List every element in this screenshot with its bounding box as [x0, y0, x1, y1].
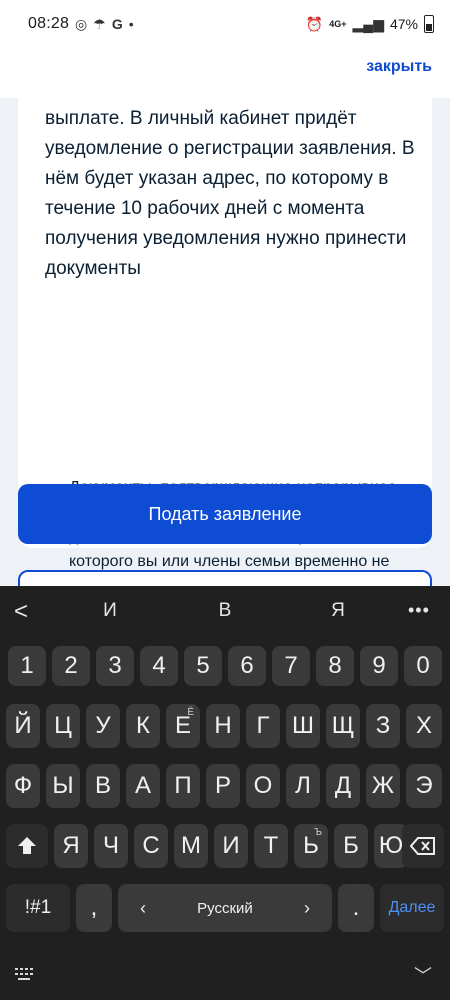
status-time: 08:28 [28, 15, 70, 32]
suggestion-3[interactable]: Я [318, 600, 358, 622]
suggestion-2[interactable]: В [205, 600, 245, 622]
key-letter[interactable]: Ч [94, 824, 128, 868]
key-letter[interactable]: Й [6, 704, 40, 748]
key-letter[interactable]: О [246, 764, 280, 808]
key-letter[interactable]: З [366, 704, 400, 748]
suggestion-bar: < И В Я ••• [0, 586, 450, 638]
status-bar: 08:28 ◎ ☂ G • ⏰ 4G+ ▂▄▆ 47% [0, 0, 450, 48]
keyboard-icon[interactable] [14, 966, 36, 982]
key-3[interactable]: 3 [96, 646, 134, 686]
symbols-key[interactable]: !#1 [6, 884, 70, 932]
key-1[interactable]: 1 [8, 646, 46, 686]
key-letter-soft-sign[interactable]: ЬЪ [294, 824, 328, 868]
key-letter[interactable]: П [166, 764, 200, 808]
period-key[interactable]: . [338, 884, 374, 932]
key-letter[interactable]: Ф [6, 764, 40, 808]
key-letter[interactable]: С [134, 824, 168, 868]
key-letter[interactable]: Д [326, 764, 360, 808]
keyboard: < И В Я ••• 1 2 3 4 5 6 7 8 9 0 Й Ц У К … [0, 586, 450, 1000]
key-letter[interactable]: В [86, 764, 120, 808]
signal-icon: ▂▄▆ [352, 15, 384, 32]
chevron-left-icon[interactable]: < [14, 598, 28, 626]
key-letter[interactable]: И [214, 824, 248, 868]
key-yo-hint: Ё [187, 707, 194, 718]
key-2[interactable]: 2 [52, 646, 90, 686]
shift-key[interactable] [6, 824, 48, 868]
language-label: Русский [197, 899, 253, 917]
battery-icon [424, 15, 434, 33]
key-letter[interactable]: М [174, 824, 208, 868]
key-8[interactable]: 8 [316, 646, 354, 686]
chevron-down-icon[interactable]: ﹀ [414, 962, 432, 988]
key-letter[interactable]: Л [286, 764, 320, 808]
submit-application-button[interactable]: Подать заявление [18, 484, 432, 544]
info-paragraph: выплате. В личный кабинет придёт уведомл… [45, 108, 415, 279]
dot-icon: • [128, 16, 134, 32]
google-icon: G [111, 16, 123, 32]
info-card: выплате. В личный кабинет придёт уведомл… [18, 98, 432, 594]
more-icon[interactable]: ••• [408, 600, 430, 621]
chevron-left-icon: ‹ [140, 897, 146, 918]
shift-arrow-icon [18, 837, 36, 854]
umbrella-icon: ☂ [93, 15, 106, 32]
key-letter[interactable]: Т [254, 824, 288, 868]
whatsapp-icon: ◎ [75, 15, 88, 32]
space-key[interactable]: ‹ Русский › [118, 884, 332, 932]
key-letter[interactable]: Ы [46, 764, 80, 808]
key-letter[interactable]: Ц [46, 704, 80, 748]
key-6[interactable]: 6 [228, 646, 266, 686]
network-label: 4G+ [329, 19, 347, 29]
key-letter[interactable]: Я [54, 824, 88, 868]
key-7[interactable]: 7 [272, 646, 310, 686]
key-letter[interactable]: Н [206, 704, 240, 748]
key-letter[interactable]: Р [206, 764, 240, 808]
key-letter[interactable]: Э [406, 764, 442, 808]
suggestion-1[interactable]: И [90, 600, 130, 622]
close-link[interactable]: закрыть [366, 58, 432, 76]
key-letter[interactable]: Г [246, 704, 280, 748]
key-letter[interactable]: Б [334, 824, 368, 868]
backspace-icon [410, 837, 435, 855]
key-9[interactable]: 9 [360, 646, 398, 686]
key-letter[interactable]: Ж [366, 764, 400, 808]
key-letter[interactable]: К [126, 704, 160, 748]
key-letter-ye[interactable]: ЕЁ [166, 704, 200, 748]
chevron-right-icon: › [304, 897, 310, 918]
enter-key[interactable]: Далее [380, 884, 444, 932]
key-letter[interactable]: Щ [326, 704, 360, 748]
key-letter[interactable]: Ш [286, 704, 320, 748]
key-0[interactable]: 0 [404, 646, 442, 686]
top-bar: закрыть [0, 48, 450, 98]
key-letter[interactable]: У [86, 704, 120, 748]
key-letter[interactable]: Х [406, 704, 442, 748]
key-5[interactable]: 5 [184, 646, 222, 686]
key-4[interactable]: 4 [140, 646, 178, 686]
comma-key[interactable]: , [76, 884, 112, 932]
navigation-bar: ﹀ [0, 958, 450, 1000]
key-hard-sign-hint: Ъ [314, 827, 322, 838]
backspace-key[interactable] [402, 824, 444, 868]
battery-percent: 47% [389, 16, 418, 32]
key-letter[interactable]: А [126, 764, 160, 808]
alarm-icon: ⏰ [305, 15, 324, 32]
content-area: выплате. В личный кабинет придёт уведомл… [0, 98, 450, 596]
